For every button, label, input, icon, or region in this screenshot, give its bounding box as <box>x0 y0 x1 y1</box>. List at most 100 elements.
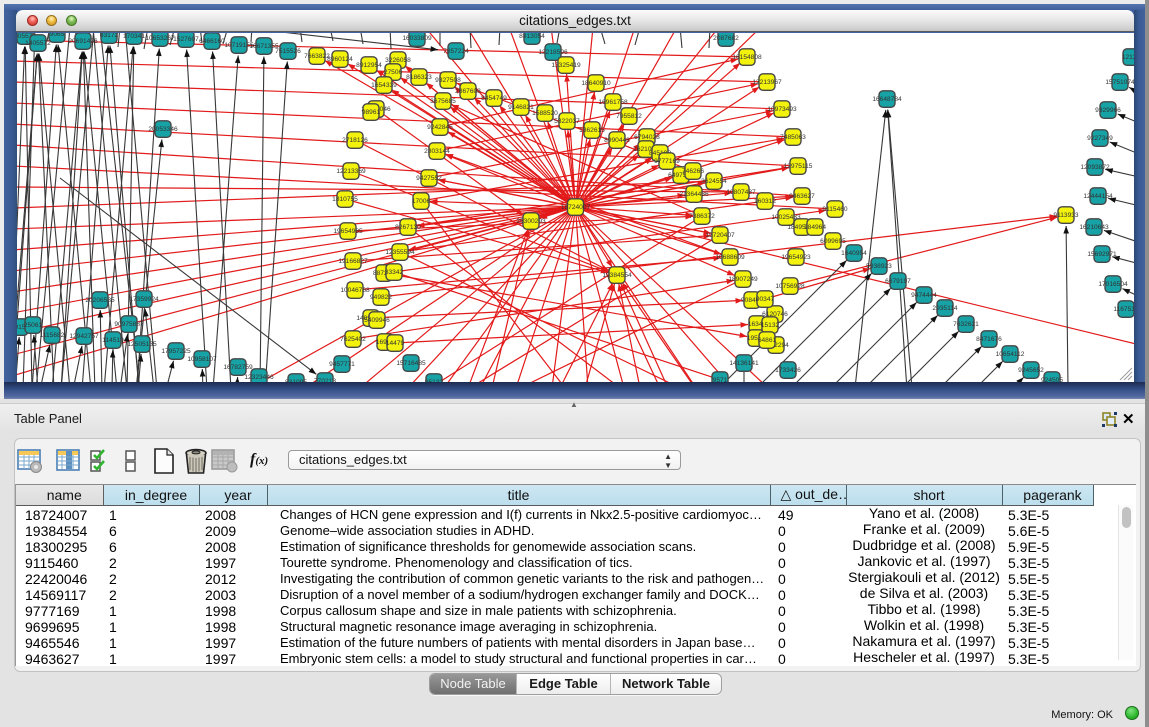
svg-text:12505135: 12505135 <box>127 341 157 348</box>
svg-text:15132: 15132 <box>761 322 780 329</box>
svg-text:6466160: 6466160 <box>199 38 225 45</box>
svg-text:9427552: 9427552 <box>416 175 442 182</box>
svg-text:18640910: 18640910 <box>581 80 611 87</box>
svg-text:7955812: 7955812 <box>616 113 642 120</box>
svg-text:12975115: 12975115 <box>784 163 813 170</box>
svg-text:1654339: 1654339 <box>371 82 397 89</box>
svg-text:7515526: 7515526 <box>275 48 301 55</box>
svg-text:9327508: 9327508 <box>435 77 461 84</box>
svg-text:17006: 17006 <box>412 198 431 205</box>
svg-text:8454749: 8454749 <box>481 95 507 102</box>
svg-text:7386372: 7386372 <box>689 213 715 220</box>
svg-text:15716485: 15716485 <box>396 360 426 367</box>
svg-text:19166827: 19166827 <box>338 258 368 265</box>
svg-text:2087682: 2087682 <box>713 35 739 42</box>
svg-text:7632621: 7632621 <box>953 321 979 328</box>
svg-text:16154808: 16154808 <box>732 54 762 61</box>
svg-text:10756928: 10756928 <box>775 283 805 290</box>
svg-text:2935114: 2935114 <box>932 305 958 312</box>
svg-text:98961: 98961 <box>362 109 381 116</box>
svg-text:1588520: 1588520 <box>532 110 558 117</box>
svg-text:90347: 90347 <box>756 296 775 303</box>
svg-text:18907249: 18907249 <box>728 276 758 283</box>
svg-text:15751074: 15751074 <box>1105 79 1134 86</box>
svg-text:15692971: 15692971 <box>1087 251 1117 258</box>
svg-text:18724007: 18724007 <box>561 204 591 211</box>
svg-text:114519: 114519 <box>102 337 124 344</box>
svg-text:9065: 9065 <box>50 33 65 38</box>
svg-text:9146821: 9146821 <box>508 104 534 111</box>
svg-text:14479: 14479 <box>386 340 405 347</box>
svg-text:8813054: 8813054 <box>519 33 545 40</box>
svg-text:1733426: 1733426 <box>775 367 801 374</box>
svg-text:9113933: 9113933 <box>1053 212 1079 219</box>
svg-text:7625402: 7625402 <box>340 336 366 343</box>
svg-text:83342: 83342 <box>385 269 404 276</box>
svg-text:13325419: 13325419 <box>551 62 581 69</box>
svg-text:9329966: 9329966 <box>1095 107 1121 114</box>
svg-text:95132: 95132 <box>425 379 444 382</box>
svg-text:19384554: 19384554 <box>602 272 632 279</box>
svg-text:12444154: 12444154 <box>1083 193 1113 200</box>
svg-text:16961758: 16961758 <box>598 99 628 106</box>
svg-text:746266: 746266 <box>682 168 704 175</box>
svg-text:184964: 184964 <box>804 224 826 231</box>
svg-text:10807487: 10807487 <box>726 189 756 196</box>
svg-text:9115460: 9115460 <box>822 206 848 213</box>
svg-text:16782759: 16782759 <box>223 364 253 371</box>
svg-text:83172: 83172 <box>100 33 119 39</box>
svg-text:3675685: 3675685 <box>430 98 456 105</box>
svg-text:8267130: 8267130 <box>395 224 421 231</box>
svg-text:20206535: 20206535 <box>85 297 115 304</box>
svg-text:8990448: 8990448 <box>604 137 630 144</box>
svg-text:9571: 9571 <box>713 377 728 382</box>
svg-text:12093872: 12093872 <box>1080 164 1110 171</box>
svg-text:16648784: 16648784 <box>872 96 902 103</box>
svg-text:20691406: 20691406 <box>68 38 98 45</box>
svg-text:949822: 949822 <box>370 294 392 301</box>
svg-text:6679197: 6679197 <box>885 278 911 285</box>
svg-text:12123: 12123 <box>1122 54 1134 61</box>
svg-text:12213369: 12213369 <box>336 168 366 175</box>
svg-text:19654923: 19654923 <box>781 254 811 261</box>
svg-text:25061: 25061 <box>24 322 43 329</box>
svg-text:9227349: 9227349 <box>1087 135 1113 142</box>
svg-text:9245652: 9245652 <box>1018 367 1044 374</box>
svg-text:10958107: 10958107 <box>187 356 217 363</box>
svg-text:170341: 170341 <box>123 33 145 40</box>
svg-text:9242845: 9242845 <box>427 124 453 131</box>
svg-text:8960124: 8960124 <box>327 56 353 63</box>
svg-text:1640954: 1640954 <box>841 250 867 257</box>
svg-text:10046768: 10046768 <box>340 287 370 294</box>
svg-text:16033809: 16033809 <box>402 35 432 42</box>
svg-text:831095: 831095 <box>285 379 307 382</box>
svg-text:9463627: 9463627 <box>789 193 815 200</box>
svg-text:25300293: 25300293 <box>516 218 546 225</box>
svg-text:9457771: 9457771 <box>329 361 355 368</box>
svg-text:6099695: 6099695 <box>820 238 846 245</box>
svg-text:5938923: 5938923 <box>866 263 892 270</box>
svg-text:90975887: 90975887 <box>114 321 144 328</box>
svg-text:7485063: 7485063 <box>780 134 806 141</box>
svg-text:10653267: 10653267 <box>145 35 175 42</box>
svg-text:1810755: 1810755 <box>332 196 358 203</box>
svg-text:1527607: 1527607 <box>173 36 199 43</box>
svg-text:1115682: 1115682 <box>40 332 65 339</box>
svg-text:17957225: 17957225 <box>161 348 191 355</box>
svg-text:16210643: 16210643 <box>1079 224 1109 231</box>
svg-text:15720407: 15720407 <box>705 232 735 239</box>
svg-text:770213: 770213 <box>314 378 336 382</box>
svg-text:10973493: 10973493 <box>767 106 797 113</box>
svg-text:64861: 64861 <box>758 337 777 344</box>
svg-text:2803144: 2803144 <box>424 148 450 155</box>
svg-text:10654112: 10654112 <box>996 351 1025 358</box>
svg-text:12213967: 12213967 <box>752 79 782 86</box>
svg-text:10688609: 10688609 <box>715 254 745 261</box>
svg-text:14136141: 14136141 <box>729 360 759 367</box>
svg-text:17016504: 17016504 <box>1098 281 1128 288</box>
svg-text:27506: 27506 <box>384 69 403 76</box>
svg-text:21364436: 21364436 <box>679 191 709 198</box>
svg-text:9777169: 9777169 <box>654 158 680 165</box>
svg-text:924505: 924505 <box>1041 377 1063 382</box>
svg-text:1362615: 1362615 <box>579 127 605 134</box>
